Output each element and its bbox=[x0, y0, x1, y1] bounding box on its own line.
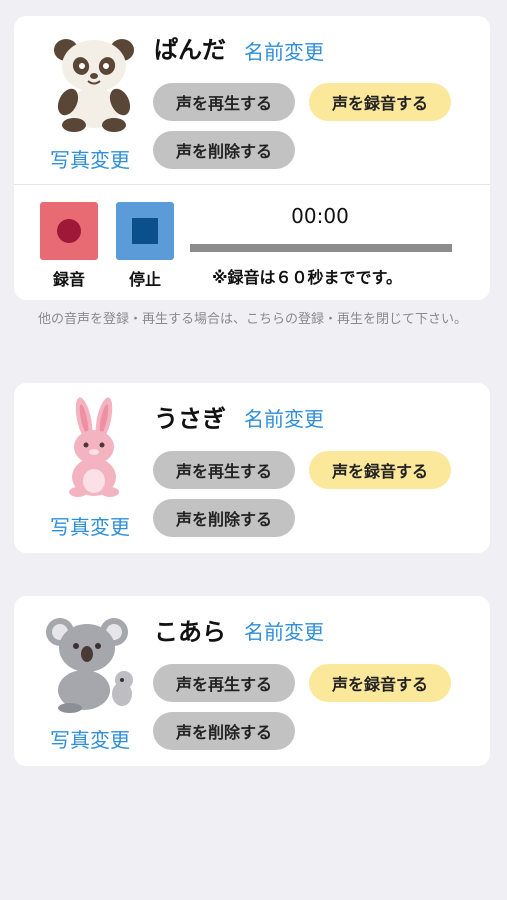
delete-voice-button[interactable]: 声を削除する bbox=[153, 712, 295, 750]
record-voice-button[interactable]: 声を録音する bbox=[309, 451, 451, 489]
animal-card-rabbit: 写真変更 うさぎ 名前変更 声を再生する 声を録音する 声を削除する bbox=[14, 383, 490, 553]
record-stop-label: 停止 bbox=[128, 270, 161, 289]
rename-link[interactable]: 名前変更 bbox=[244, 36, 324, 65]
divider bbox=[14, 184, 490, 185]
record-start-label: 録音 bbox=[52, 270, 85, 289]
panda-icon bbox=[48, 32, 140, 132]
record-voice-button[interactable]: 声を録音する bbox=[309, 83, 451, 121]
rename-link[interactable]: 名前変更 bbox=[244, 616, 324, 645]
change-photo-link[interactable]: 写真変更 bbox=[34, 511, 146, 540]
record-stop-button[interactable] bbox=[116, 202, 174, 260]
delete-voice-button[interactable]: 声を削除する bbox=[153, 499, 295, 537]
play-voice-button[interactable]: 声を再生する bbox=[153, 664, 295, 702]
record-start-button[interactable] bbox=[40, 202, 98, 260]
animal-name: うさぎ bbox=[154, 405, 226, 433]
koala-icon bbox=[44, 614, 136, 714]
change-photo-link[interactable]: 写真変更 bbox=[34, 144, 146, 173]
record-dot-icon bbox=[57, 219, 81, 243]
recording-limit-note: ※録音は６０秒までです。 bbox=[212, 268, 402, 287]
rabbit-icon bbox=[48, 397, 140, 497]
hint-text: 他の音声を登録・再生する場合は、こちらの登録・再生を閉じて下さい。 bbox=[38, 312, 468, 327]
play-voice-button[interactable]: 声を再生する bbox=[153, 83, 295, 121]
change-photo-link[interactable]: 写真変更 bbox=[34, 724, 146, 753]
stop-square-icon bbox=[132, 218, 158, 244]
record-voice-button[interactable]: 声を録音する bbox=[309, 664, 451, 702]
animal-name: こあら bbox=[154, 618, 226, 646]
delete-voice-button[interactable]: 声を削除する bbox=[153, 131, 295, 169]
recording-timer: 00:00 bbox=[291, 204, 349, 228]
animal-name: ぱんだ bbox=[154, 36, 226, 64]
play-voice-button[interactable]: 声を再生する bbox=[153, 451, 295, 489]
rename-link[interactable]: 名前変更 bbox=[244, 403, 324, 432]
animal-card-koala: 写真変更 こあら 名前変更 声を再生する 声を録音する 声を削除する bbox=[14, 596, 490, 766]
recording-progress-bar bbox=[190, 244, 452, 252]
animal-card-panda: 写真変更 ぱんだ 名前変更 声を再生する 声を録音する 声を削除する 録音 停止… bbox=[14, 16, 490, 300]
